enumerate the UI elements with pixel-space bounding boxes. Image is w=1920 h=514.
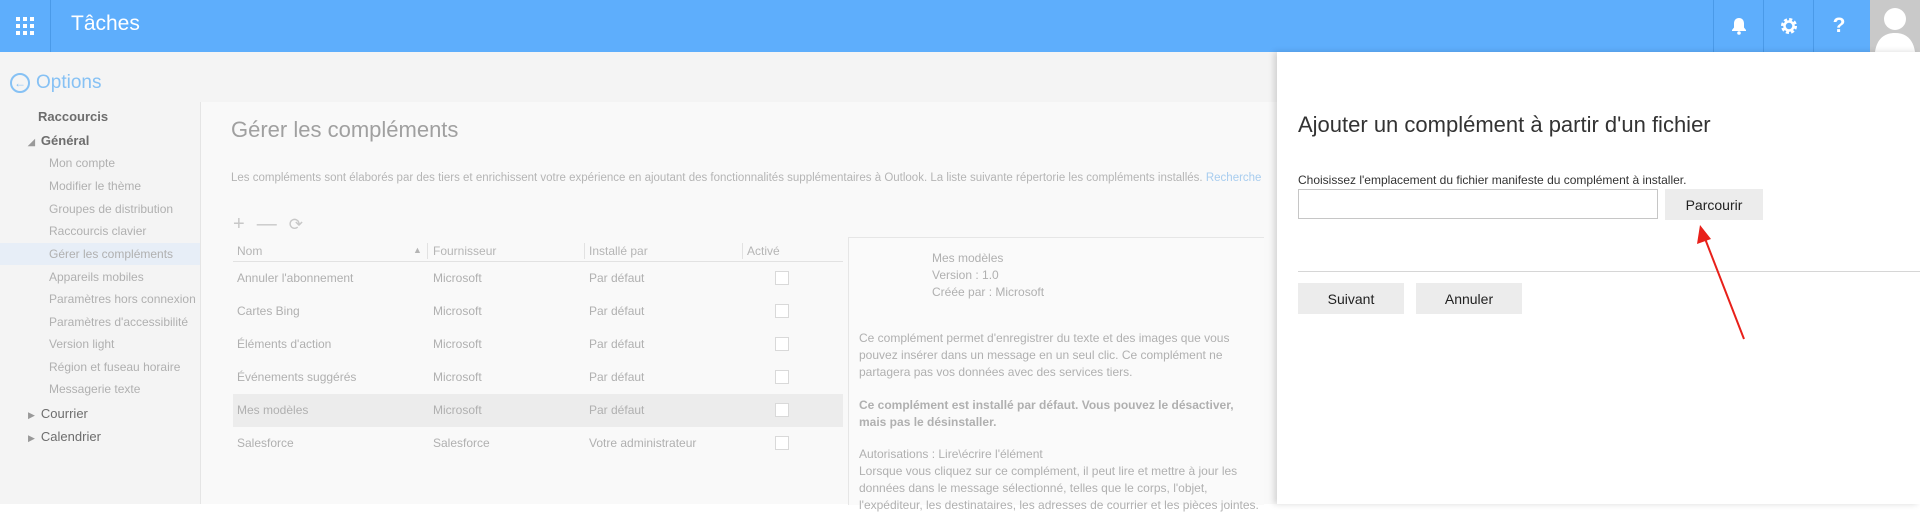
enabled-checkbox[interactable] [775,304,789,318]
refresh-icon[interactable]: ⟳ [289,213,303,237]
table-row[interactable]: Événements suggérés Microsoft Par défaut [233,361,843,394]
table-row[interactable]: Salesforce Salesforce Votre administrate… [233,427,843,460]
bell-icon[interactable] [1713,0,1764,52]
cell-provider: Microsoft [433,337,482,351]
cell-name: Mes modèles [237,403,309,417]
cell-installed-by: Par défaut [589,304,645,318]
cell-name: Cartes Bing [237,304,300,318]
intro-text: Les compléments sont élaborés par des ti… [231,172,1261,184]
cell-name: Éléments d'action [237,337,332,351]
cell-installed-by: Votre administrateur [589,436,697,450]
column-name[interactable]: Nom [237,244,262,260]
nav-item[interactable]: Messagerie texte [49,382,140,396]
nav-item[interactable]: Groupes de distribution [49,202,173,216]
cell-provider: Microsoft [433,370,482,384]
nav-shortcuts[interactable]: Raccourcis [38,109,108,124]
table-row[interactable]: Annuler l'abonnement Microsoft Par défau… [233,262,843,295]
column-provider[interactable]: Fournisseur [433,244,496,260]
intro-description: Les compléments sont élaborés par des ti… [231,172,1203,184]
nav-item-selected[interactable]: Gérer les compléments [49,247,173,261]
nav-item[interactable]: Région et fuseau horaire [49,360,180,374]
addin-created-by: Créée par : Microsoft [932,285,1045,299]
cell-provider: Microsoft [433,304,482,318]
enabled-checkbox[interactable] [775,403,789,417]
cell-name: Salesforce [237,436,294,450]
back-arrow-icon: ← [10,73,30,93]
enabled-checkbox[interactable] [775,271,789,285]
add-icon[interactable]: + [233,213,245,237]
addins-table-header: Nom ▲ Fournisseur Installé par Activé [233,241,843,262]
enabled-checkbox[interactable] [775,436,789,450]
help-icon[interactable]: ? [1813,0,1864,52]
manifest-location-label: Choisissez l'emplacement du fichier mani… [1298,173,1687,187]
cell-provider: Microsoft [433,271,482,285]
manifest-file-input[interactable] [1298,189,1658,219]
addin-name: Mes modèles [932,251,1004,265]
next-button[interactable]: Suivant [1298,283,1404,314]
cell-installed-by: Par défaut [589,337,645,351]
avatar[interactable] [1870,0,1920,52]
nav-mail-label: Courrier [40,406,88,421]
table-row[interactable]: Éléments d'action Microsoft Par défaut [233,328,843,361]
column-enabled[interactable]: Activé [747,244,780,260]
addin-default-note: Ce complément est installé par défaut. V… [859,398,1234,429]
cancel-button[interactable]: Annuler [1416,283,1522,314]
nav-item[interactable]: Mon compte [49,156,115,170]
sort-ascending-icon: ▲ [413,245,422,255]
addin-permissions-label: Autorisations : Lire\écrire l'élément [859,447,1043,461]
options-label: Options [36,72,102,93]
nav-calendar[interactable]: ▶ Calendrier [28,429,101,444]
cell-installed-by: Par défaut [589,271,645,285]
nav-general[interactable]: ◢ Général [28,133,89,148]
nav-item[interactable]: Paramètres d'accessibilité [49,315,188,329]
cell-provider: Microsoft [433,403,482,417]
top-bar: Tâches ? [0,0,1920,52]
addin-version: Version : 1.0 [932,268,999,282]
nav-mail[interactable]: ▶ Courrier [28,406,88,421]
app-title: Tâches [71,12,140,35]
gear-icon[interactable] [1763,0,1814,52]
expand-arrow-icon: ▶ [28,433,35,443]
waffle-icon[interactable] [0,0,51,52]
addins-toolbar: + — ⟳ [233,213,303,237]
column-installed-by[interactable]: Installé par [589,244,648,260]
expand-arrow-icon: ▶ [28,410,35,420]
table-row-selected[interactable]: Mes modèles Microsoft Par défaut [233,394,843,427]
nav-item[interactable]: Paramètres hors connexion [49,292,196,306]
nav-general-label: Général [40,133,90,148]
page-title: Gérer les compléments [231,117,459,142]
addin-detail-panel: Mes modèles Version : 1.0 Créée par : Mi… [848,237,1264,512]
nav-item[interactable]: Raccourcis clavier [49,224,146,238]
remove-icon[interactable]: — [257,213,277,237]
cell-name: Événements suggérés [237,370,357,384]
nav-calendar-label: Calendrier [40,429,101,444]
addin-description: Ce complément permet d'enregistrer du te… [859,331,1230,379]
collapse-arrow-icon: ◢ [28,137,35,147]
flyout-title: Ajouter un complément à partir d'un fich… [1298,112,1711,137]
nav-item[interactable]: Modifier le thème [49,179,141,193]
cell-installed-by: Par défaut [589,403,645,417]
addin-permissions-text: Lorsque vous cliquez sur ce complément, … [859,464,1259,512]
nav-item[interactable]: Version light [49,337,114,351]
browse-button[interactable]: Parcourir [1665,189,1763,220]
addin-meta: Mes modèles Version : 1.0 Créée par : Mi… [932,250,1044,301]
intro-search-link[interactable]: Recherche [1206,172,1262,184]
cell-provider: Salesforce [433,436,490,450]
enabled-checkbox[interactable] [775,337,789,351]
table-row[interactable]: Cartes Bing Microsoft Par défaut [233,295,843,328]
options-back-link[interactable]: ← Options [10,72,101,94]
nav-item[interactable]: Appareils mobiles [49,270,144,284]
flyout-divider [1298,271,1920,272]
enabled-checkbox[interactable] [775,370,789,384]
cell-installed-by: Par défaut [589,370,645,384]
cell-name: Annuler l'abonnement [237,271,354,285]
